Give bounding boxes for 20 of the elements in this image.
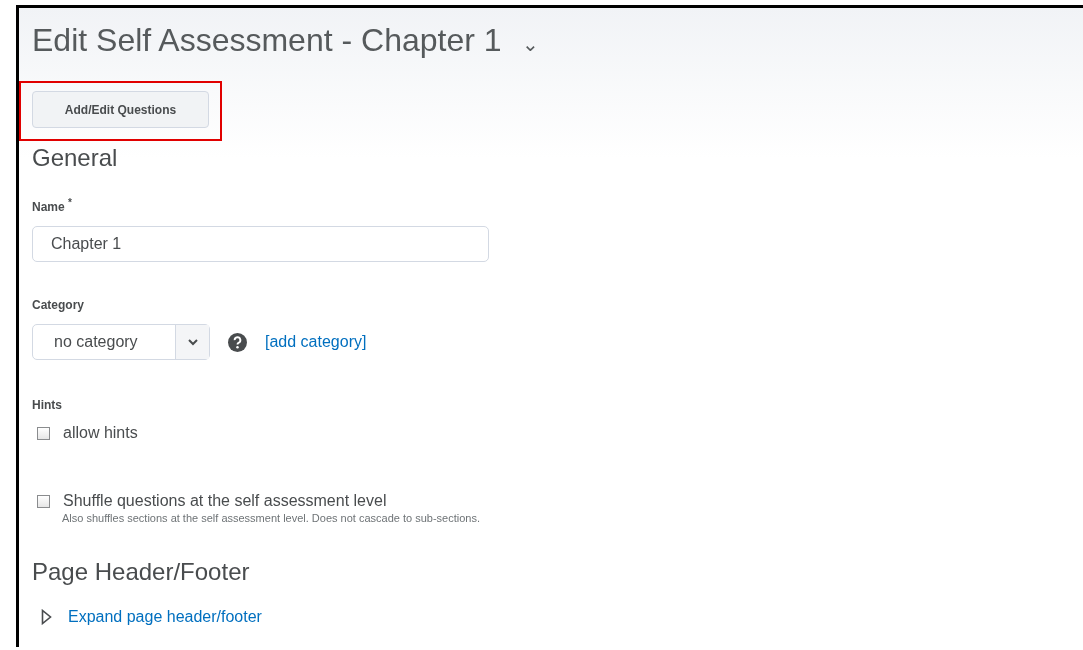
add-category-link[interactable]: [add category]	[265, 333, 367, 351]
title-menu-caret[interactable]: ⌄	[521, 34, 539, 54]
checkbox-label: Shuffle questions at the self assessment level	[63, 492, 387, 510]
help-text: Also shuffles sections at the self assessment level. Does not cascade to sub-sections.	[62, 512, 481, 524]
checkbox[interactable]	[37, 426, 50, 440]
checkbox-label: allow hints	[63, 424, 138, 442]
expand-link[interactable]: Expand page header/footer	[68, 608, 262, 626]
category-dropdown[interactable]: no category	[32, 324, 210, 360]
section-heading: Page Header/Footer	[32, 558, 251, 586]
field-label: Name $^{*}$	[32, 197, 73, 214]
field-label: Category	[32, 298, 85, 312]
checkbox[interactable]	[37, 494, 50, 508]
section-heading: General	[32, 144, 119, 172]
name-input-field[interactable]: Chapter 1	[32, 226, 489, 262]
help-icon[interactable]	[228, 332, 247, 352]
add-edit-questions-button[interactable]: Add/Edit Questions	[32, 91, 209, 128]
page-title: Edit Self Assessment - Chapter 1	[32, 22, 502, 59]
chevron-down-icon	[187, 338, 198, 346]
field-label: Hints	[32, 398, 63, 412]
triangle-right-icon[interactable]	[41, 609, 52, 625]
